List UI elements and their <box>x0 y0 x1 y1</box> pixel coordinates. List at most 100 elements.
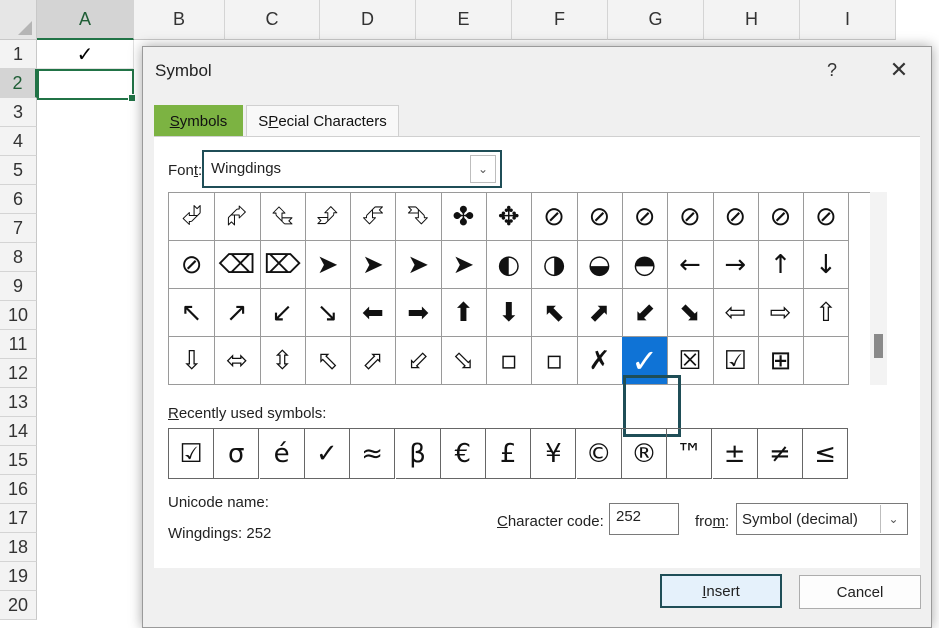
row-header-8[interactable]: 8 <box>0 243 37 272</box>
symbol-cell[interactable] <box>803 337 850 385</box>
symbol-cell[interactable]: ◐ <box>486 241 533 289</box>
close-button[interactable]: ✕ <box>883 55 915 85</box>
symbol-cell[interactable]: ⬊ <box>667 289 714 337</box>
symbol-cell[interactable]: ⌫ <box>214 241 261 289</box>
symbol-cell[interactable]: ⬆ <box>440 289 488 337</box>
symbol-cell[interactable]: ⇨ <box>757 289 805 337</box>
font-dropdown[interactable]: Wingdings ⌄ <box>202 150 502 188</box>
symbol-cell[interactable]: ⊘ <box>803 193 850 241</box>
column-header-c[interactable]: C <box>225 0 320 40</box>
symbol-cell[interactable]: ◓ <box>622 241 669 289</box>
row-header-7[interactable]: 7 <box>0 214 37 243</box>
recent-symbol-cell[interactable]: ✓ <box>304 429 350 479</box>
symbol-cell[interactable]: ⬈ <box>576 289 623 337</box>
symbol-cell[interactable]: ⊘ <box>622 193 669 241</box>
symbol-cell[interactable]: ⊘ <box>531 193 578 241</box>
recent-symbol-cell[interactable]: σ <box>214 429 260 479</box>
symbol-cell[interactable]: ✗ <box>576 337 623 385</box>
tab-symbols[interactable]: Symbols <box>154 105 243 137</box>
row-header-17[interactable]: 17 <box>0 504 37 533</box>
symbol-cell[interactable]: ⬀ <box>350 337 397 385</box>
symbol-cell[interactable]: ⇧ <box>803 289 850 337</box>
symbol-cell[interactable]: ⬇ <box>486 289 533 337</box>
column-header-h[interactable]: H <box>704 0 800 40</box>
symbol-cell[interactable]: ⊘ <box>169 241 216 289</box>
column-header-e[interactable]: E <box>416 0 512 40</box>
symbol-cell[interactable]: ➡ <box>395 289 442 337</box>
recent-symbol-cell[interactable]: ± <box>712 429 758 479</box>
row-header-15[interactable]: 15 <box>0 446 37 475</box>
recent-symbol-cell[interactable]: ≈ <box>350 429 396 479</box>
symbol-cell[interactable]: ☒ <box>667 337 714 385</box>
symbol-cell[interactable]: ◑ <box>531 241 578 289</box>
row-header-11[interactable]: 11 <box>0 330 37 359</box>
symbol-cell[interactable]: ⮷ <box>395 193 442 241</box>
symbol-cell[interactable]: ⌦ <box>259 241 306 289</box>
recent-symbol-cell[interactable]: ≠ <box>757 429 803 479</box>
recent-symbol-cell[interactable]: ® <box>622 429 667 479</box>
column-header-i[interactable]: I <box>800 0 896 40</box>
row-header-1[interactable]: 1 <box>0 40 37 69</box>
symbol-grid-scrollbar[interactable] <box>870 192 887 385</box>
chevron-down-icon[interactable]: ⌄ <box>880 505 906 533</box>
symbol-cell[interactable]: ⊘ <box>576 193 623 241</box>
symbol-cell[interactable]: ← <box>667 241 714 289</box>
from-dropdown[interactable]: Symbol (decimal) ⌄ <box>736 503 908 535</box>
row-header-19[interactable]: 19 <box>0 562 37 591</box>
column-header-g[interactable]: G <box>608 0 704 40</box>
scrollbar-thumb[interactable] <box>874 334 883 358</box>
symbol-cell[interactable]: ↓ <box>803 241 850 289</box>
symbol-cell[interactable]: ⮴ <box>259 193 306 241</box>
symbol-cell[interactable]: ➤ <box>440 241 488 289</box>
symbol-cell[interactable]: ⬃ <box>395 337 442 385</box>
symbol-cell[interactable]: ↗ <box>214 289 261 337</box>
symbol-cell[interactable]: ⬅ <box>350 289 397 337</box>
insert-button[interactable]: Insert <box>660 574 782 608</box>
symbol-cell[interactable]: ▫ <box>486 337 533 385</box>
recent-symbol-cell[interactable]: ≤ <box>803 429 849 479</box>
symbol-cell[interactable]: ⬄ <box>214 337 261 385</box>
fill-handle[interactable] <box>128 94 136 102</box>
recent-symbol-cell[interactable]: € <box>440 429 486 479</box>
row-header-14[interactable]: 14 <box>0 417 37 446</box>
help-button[interactable]: ? <box>819 57 845 83</box>
symbol-cell[interactable]: ✤ <box>440 193 488 241</box>
row-header-3[interactable]: 3 <box>0 98 37 127</box>
symbol-cell[interactable]: ⊘ <box>712 193 759 241</box>
symbol-cell[interactable]: ⮵ <box>304 193 352 241</box>
select-all-corner[interactable] <box>0 0 37 40</box>
row-header-16[interactable]: 16 <box>0 475 37 504</box>
symbol-cell[interactable]: ↙ <box>259 289 306 337</box>
row-header-2[interactable]: 2 <box>0 69 37 98</box>
recent-symbol-cell[interactable]: β <box>395 429 441 479</box>
symbol-cell[interactable]: ⊞ <box>757 337 805 385</box>
symbol-cell-selected[interactable]: ✓ <box>622 337 669 385</box>
symbol-cell[interactable]: ✥ <box>486 193 533 241</box>
row-header-10[interactable]: 10 <box>0 301 37 330</box>
recent-symbol-cell[interactable]: ☑ <box>169 429 214 479</box>
row-header-20[interactable]: 20 <box>0 591 37 620</box>
character-code-input[interactable]: 252 <box>609 503 679 535</box>
symbol-cell[interactable]: ⇳ <box>259 337 306 385</box>
active-cell-a2[interactable] <box>37 69 136 102</box>
recent-symbol-cell[interactable]: ™ <box>667 429 713 479</box>
symbol-cell[interactable]: ➤ <box>350 241 397 289</box>
column-header-b[interactable]: B <box>134 0 225 40</box>
cell-a1[interactable]: ✓ <box>37 40 134 69</box>
symbol-cell[interactable]: ⬉ <box>531 289 578 337</box>
symbol-cell[interactable]: ⇩ <box>169 337 216 385</box>
column-header-f[interactable]: F <box>512 0 608 40</box>
column-header-d[interactable]: D <box>320 0 416 40</box>
symbol-cell[interactable]: ⊘ <box>757 193 805 241</box>
recent-symbol-cell[interactable]: ¥ <box>531 429 577 479</box>
recent-symbol-cell[interactable]: é <box>259 429 305 479</box>
row-header-9[interactable]: 9 <box>0 272 37 301</box>
recent-symbol-cell[interactable]: £ <box>486 429 532 479</box>
symbol-cell[interactable]: ⊘ <box>667 193 714 241</box>
tab-special-characters[interactable]: S Pecial Characters <box>246 105 399 137</box>
chevron-down-icon[interactable]: ⌄ <box>470 155 496 183</box>
row-header-18[interactable]: 18 <box>0 533 37 562</box>
symbol-cell[interactable]: ▫ <box>531 337 578 385</box>
row-header-4[interactable]: 4 <box>0 127 37 156</box>
symbol-cell[interactable]: ➤ <box>395 241 442 289</box>
